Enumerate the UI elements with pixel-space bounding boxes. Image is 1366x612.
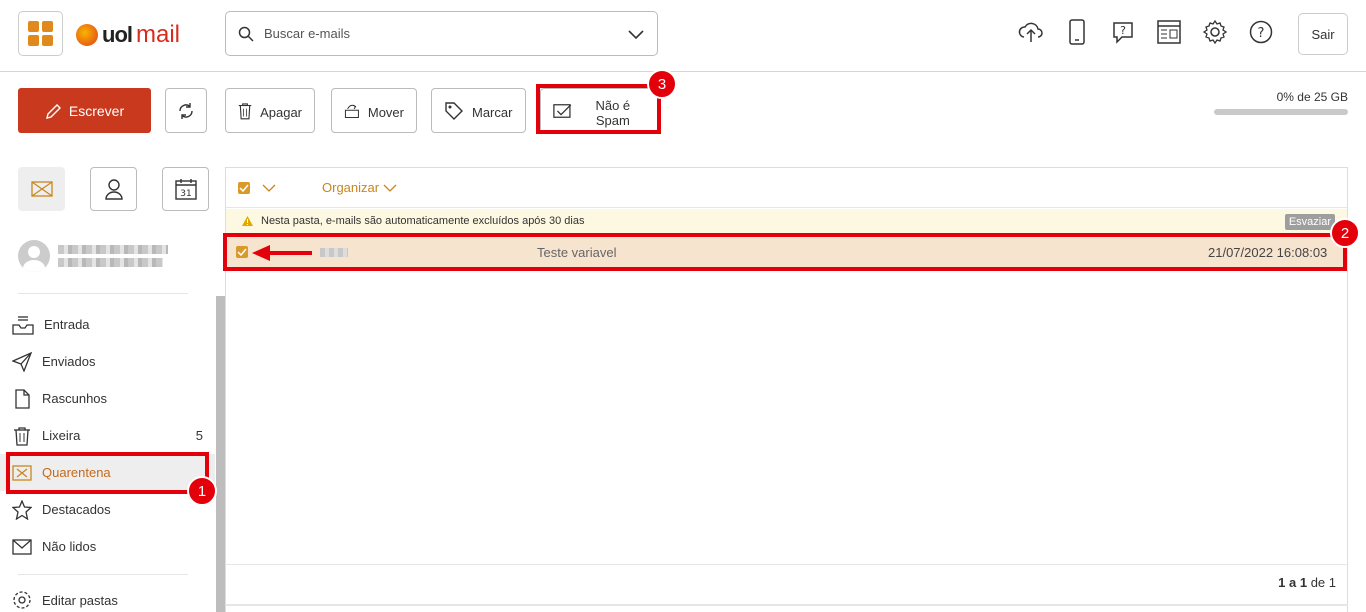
apps-menu-button[interactable] bbox=[18, 11, 63, 56]
empty-folder-button[interactable]: Esvaziar bbox=[1284, 214, 1335, 230]
compose-label: Escrever bbox=[68, 102, 125, 119]
auto-delete-notice: Nesta pasta, e-mails são automaticamente… bbox=[226, 209, 1347, 233]
step-badge-2: 2 bbox=[1330, 218, 1360, 248]
quota-bar bbox=[1214, 109, 1348, 115]
storage-quota: 0% de 25 GB bbox=[1214, 90, 1348, 115]
folder-label: Enviados bbox=[42, 354, 96, 369]
svg-text:?: ? bbox=[1120, 24, 1126, 37]
tab-mail[interactable] bbox=[18, 167, 65, 211]
sidebar-item-lixeira[interactable]: Lixeira 5 bbox=[0, 417, 215, 454]
sidebar-tabs: 31 bbox=[18, 167, 209, 211]
chevron-down-icon bbox=[383, 184, 397, 192]
move-button[interactable]: Mover bbox=[331, 88, 417, 133]
pager-range: 1 a 1 bbox=[1278, 575, 1308, 590]
folder-count: 5 bbox=[195, 428, 203, 443]
layout-icon[interactable] bbox=[1156, 16, 1182, 48]
sidebar-divider bbox=[18, 293, 188, 294]
sidebar-item-destacados[interactable]: Destacados bbox=[0, 491, 215, 528]
cloud-upload-icon[interactable] bbox=[1018, 16, 1044, 48]
send-icon bbox=[12, 351, 32, 372]
tab-calendar[interactable]: 31 bbox=[162, 167, 209, 211]
logo-mail-text: mail bbox=[136, 21, 181, 48]
folder-label: Rascunhos bbox=[42, 391, 108, 406]
logout-button[interactable]: Sair bbox=[1298, 13, 1348, 55]
highlight-not-spam bbox=[536, 84, 661, 134]
delete-label: Apagar bbox=[260, 105, 302, 120]
search-input[interactable] bbox=[264, 26, 627, 41]
logo-mark-icon bbox=[76, 24, 98, 46]
trash-icon bbox=[14, 426, 30, 446]
organize-label: Organizar bbox=[322, 180, 380, 195]
logo-uol-text: uol bbox=[102, 22, 133, 47]
mobile-icon[interactable] bbox=[1064, 16, 1090, 48]
draft-icon bbox=[15, 388, 30, 409]
gear-icon[interactable] bbox=[1202, 16, 1228, 48]
organize-dropdown[interactable]: Organizar bbox=[322, 180, 397, 195]
folder-label: Não lidos bbox=[42, 539, 97, 554]
user-account[interactable] bbox=[18, 240, 168, 272]
move-label: Mover bbox=[367, 105, 404, 120]
calendar-icon: 31 bbox=[174, 179, 197, 200]
move-icon bbox=[344, 104, 359, 118]
star-icon bbox=[12, 499, 32, 520]
svg-text:31: 31 bbox=[180, 189, 191, 199]
folder-label: Destacados bbox=[42, 502, 111, 517]
help-circle-icon[interactable]: ? bbox=[1248, 16, 1274, 48]
select-all-checkbox[interactable] bbox=[238, 181, 250, 194]
step-badge-1: 1 bbox=[187, 476, 217, 506]
gear-icon bbox=[13, 591, 31, 609]
sidebar-item-rascunhos[interactable]: Rascunhos bbox=[0, 380, 215, 417]
tab-contacts[interactable] bbox=[90, 167, 137, 211]
user-info-redacted bbox=[58, 241, 168, 271]
sidebar-item-entrada[interactable]: Entrada bbox=[0, 306, 215, 343]
highlight-quarantine bbox=[6, 452, 209, 494]
sidebar-item-nao-lidos[interactable]: Não lidos bbox=[0, 528, 215, 565]
edit-folders-link[interactable]: Editar pastas bbox=[12, 590, 118, 610]
highlight-message-row bbox=[223, 233, 1347, 271]
list-bottom-border bbox=[225, 604, 1348, 606]
svg-text:?: ? bbox=[1258, 26, 1265, 41]
edit-folders-label: Editar pastas bbox=[42, 592, 118, 608]
folder-label: Entrada bbox=[44, 317, 90, 332]
sidebar-divider bbox=[18, 574, 188, 575]
tag-button[interactable]: Marcar bbox=[431, 88, 526, 133]
refresh-button[interactable] bbox=[165, 88, 207, 133]
search-box[interactable] bbox=[225, 11, 658, 56]
step-badge-3: 3 bbox=[647, 69, 677, 99]
notice-text: Nesta pasta, e-mails são automaticamente… bbox=[261, 215, 585, 227]
avatar bbox=[18, 240, 50, 272]
sidebar-scrollbar[interactable] bbox=[216, 296, 225, 612]
quota-text: 0% de 25 GB bbox=[1276, 90, 1348, 104]
chevron-down-icon[interactable] bbox=[262, 184, 276, 192]
folder-list: Entrada Enviados Rascunhos Lixeira 5 Qua… bbox=[0, 306, 215, 565]
check-icon bbox=[239, 184, 249, 192]
help-question-icon[interactable]: ? bbox=[1110, 16, 1136, 48]
refresh-icon bbox=[179, 102, 193, 119]
chevron-down-icon[interactable] bbox=[627, 28, 645, 40]
search-icon bbox=[238, 26, 254, 42]
folder-label: Lixeira bbox=[42, 428, 81, 443]
warning-icon bbox=[242, 216, 253, 226]
compose-button[interactable]: Escrever bbox=[18, 88, 151, 133]
delete-button[interactable]: Apagar bbox=[225, 88, 315, 133]
person-icon bbox=[104, 179, 123, 200]
top-icons: ? ? bbox=[1018, 16, 1274, 48]
envelope-icon bbox=[12, 538, 32, 555]
envelope-x-icon bbox=[30, 181, 53, 197]
tag-icon bbox=[445, 101, 463, 120]
pagination: 1 a 1 de 1 bbox=[225, 564, 1348, 606]
uol-mail-logo[interactable]: uol mail bbox=[76, 20, 180, 50]
trash-icon bbox=[238, 102, 252, 119]
top-bar: uol mail ? ? Sair bbox=[0, 0, 1366, 72]
list-header: Organizar bbox=[226, 168, 1347, 208]
inbox-icon bbox=[12, 315, 34, 335]
pencil-icon bbox=[45, 103, 61, 119]
pager-total: de 1 bbox=[1307, 575, 1336, 590]
tag-label: Marcar bbox=[472, 105, 513, 120]
sidebar-item-enviados[interactable]: Enviados bbox=[0, 343, 215, 380]
arrow-left-icon bbox=[252, 245, 312, 261]
